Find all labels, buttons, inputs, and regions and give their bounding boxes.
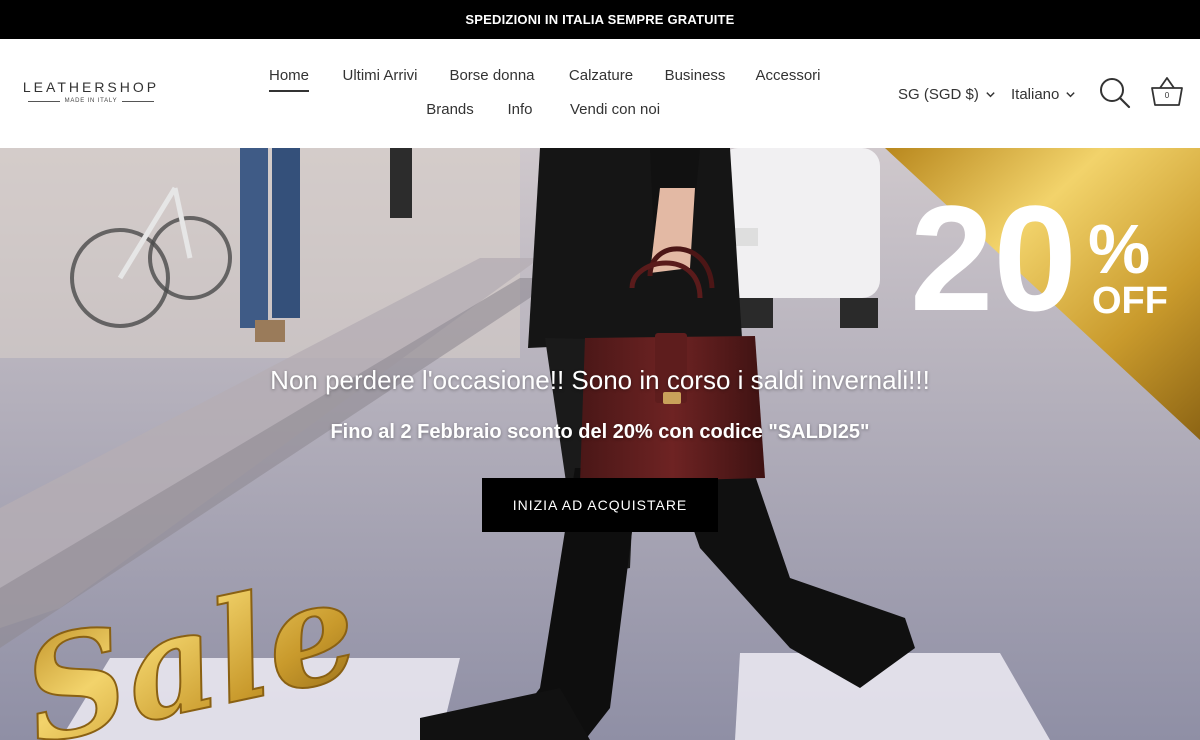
- hero-banner[interactable]: 20 % OFF Sale Non perdere l'occasione!! …: [0, 148, 1200, 740]
- search-icon[interactable]: [1099, 77, 1131, 109]
- hero-title: Non perdere l'occasione!! Sono in corso …: [270, 365, 930, 395]
- currency-label: SG (SGD $): [898, 85, 979, 103]
- currency-selector[interactable]: SG (SGD $): [898, 77, 996, 111]
- announcement-text: SPEDIZIONI IN ITALIA SEMPRE GRATUITE: [465, 12, 735, 27]
- cart-count-badge: 0: [1164, 91, 1170, 100]
- chevron-down-icon: [1066, 91, 1076, 97]
- chevron-down-icon: [986, 91, 995, 97]
- shop-now-button[interactable]: INIZIA AD ACQUISTARE: [482, 478, 718, 532]
- badge-off: OFF: [1092, 280, 1168, 322]
- header-utilities: SG (SGD $) Italiano: [0, 77, 1200, 111]
- badge-percent: 20: [910, 174, 1077, 342]
- hero-subtitle: Fino al 2 Febbraio sconto del 20% con co…: [330, 421, 870, 443]
- language-label: Italiano: [1011, 85, 1060, 103]
- site-header: LEATHERSHOP MADE IN ITALY Home Ultimi Ar…: [0, 39, 1200, 148]
- announcement-bar: SPEDIZIONI IN ITALIA SEMPRE GRATUITE: [0, 0, 1200, 39]
- badge-percent-symbol: %: [1088, 210, 1150, 288]
- language-selector[interactable]: Italiano: [1011, 77, 1076, 111]
